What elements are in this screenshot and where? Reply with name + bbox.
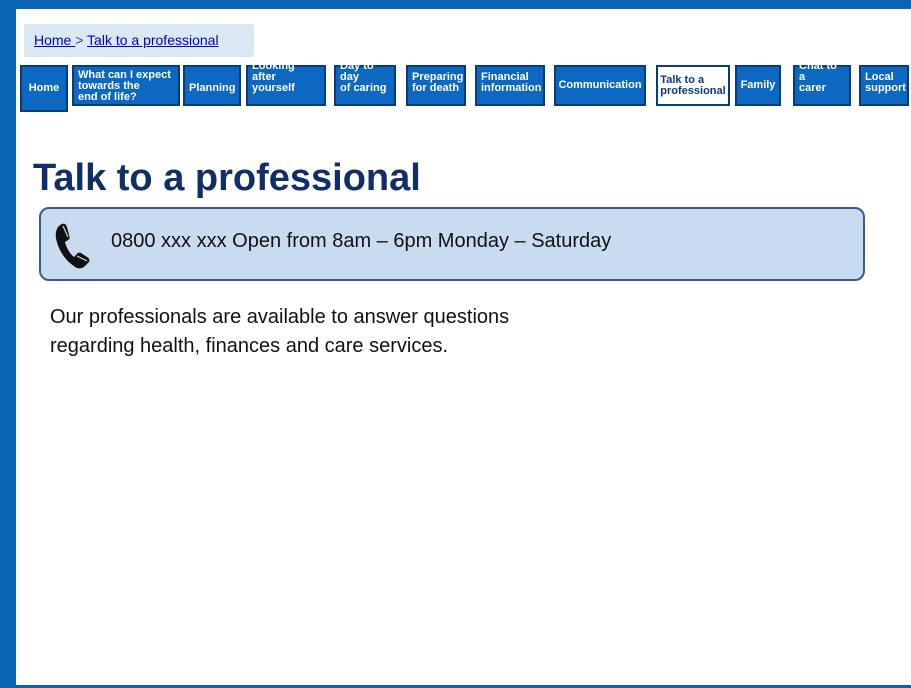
tab-communication[interactable]: Communication bbox=[554, 65, 646, 106]
tab-label: Communication bbox=[558, 79, 642, 91]
tab-financial-information[interactable]: Financial information bbox=[475, 65, 545, 106]
body-text: Our professionals are available to answe… bbox=[50, 303, 610, 361]
body-line: Our professionals are available to answe… bbox=[50, 306, 510, 328]
phone-text: 0800 xxx xxx Open from 8am – 6pm Monday … bbox=[111, 230, 612, 252]
tab-home[interactable]: Home bbox=[20, 65, 68, 112]
body-line: regarding health, finances and care serv… bbox=[50, 335, 449, 357]
tab-local-support[interactable]: Local support bbox=[859, 65, 909, 106]
tab-label: Chat to a carer bbox=[799, 60, 837, 94]
breadcrumb-home-link[interactable]: Home bbox=[34, 32, 75, 48]
breadcrumb-current-link[interactable]: Talk to a professional bbox=[87, 32, 219, 48]
tab-label: Looking after yourself bbox=[252, 60, 295, 94]
tab-talk-to-a-professional[interactable]: Talk to a professional bbox=[656, 65, 730, 106]
tab-label: What can I expect towards the end of lif… bbox=[78, 69, 171, 103]
phone-info-box: 0800 xxx xxx Open from 8am – 6pm Monday … bbox=[39, 207, 865, 281]
page-title: Talk to a professional bbox=[33, 157, 421, 199]
tab-preparing-for-death[interactable]: Preparing for death bbox=[406, 65, 466, 106]
tab-day-to-day-of-caring[interactable]: Day to day of caring bbox=[334, 61, 396, 106]
page-content: Home > Talk to a professional Home What … bbox=[16, 9, 911, 685]
tab-planning[interactable]: Planning bbox=[183, 65, 241, 106]
tab-label: Local support bbox=[865, 71, 906, 94]
tab-family[interactable]: Family bbox=[735, 65, 781, 106]
breadcrumb-separator: > bbox=[75, 32, 88, 48]
tab-label: Planning bbox=[189, 82, 236, 94]
tab-label: Day to day of caring bbox=[340, 60, 387, 94]
tab-label: Talk to a professional bbox=[660, 73, 726, 97]
tab-chat-to-a-carer[interactable]: Chat to a carer bbox=[793, 61, 851, 106]
tab-looking-after-yourself[interactable]: Looking after yourself bbox=[246, 61, 326, 106]
tab-label: Family bbox=[740, 79, 776, 91]
phone-icon bbox=[55, 223, 90, 269]
tab-label: Preparing for death bbox=[412, 71, 464, 94]
tab-what-can-i-expect[interactable]: What can I expect towards the end of lif… bbox=[72, 65, 180, 106]
tab-label: Home bbox=[28, 82, 60, 94]
tab-label: Financial information bbox=[481, 71, 542, 94]
breadcrumb: Home > Talk to a professional bbox=[24, 24, 254, 57]
